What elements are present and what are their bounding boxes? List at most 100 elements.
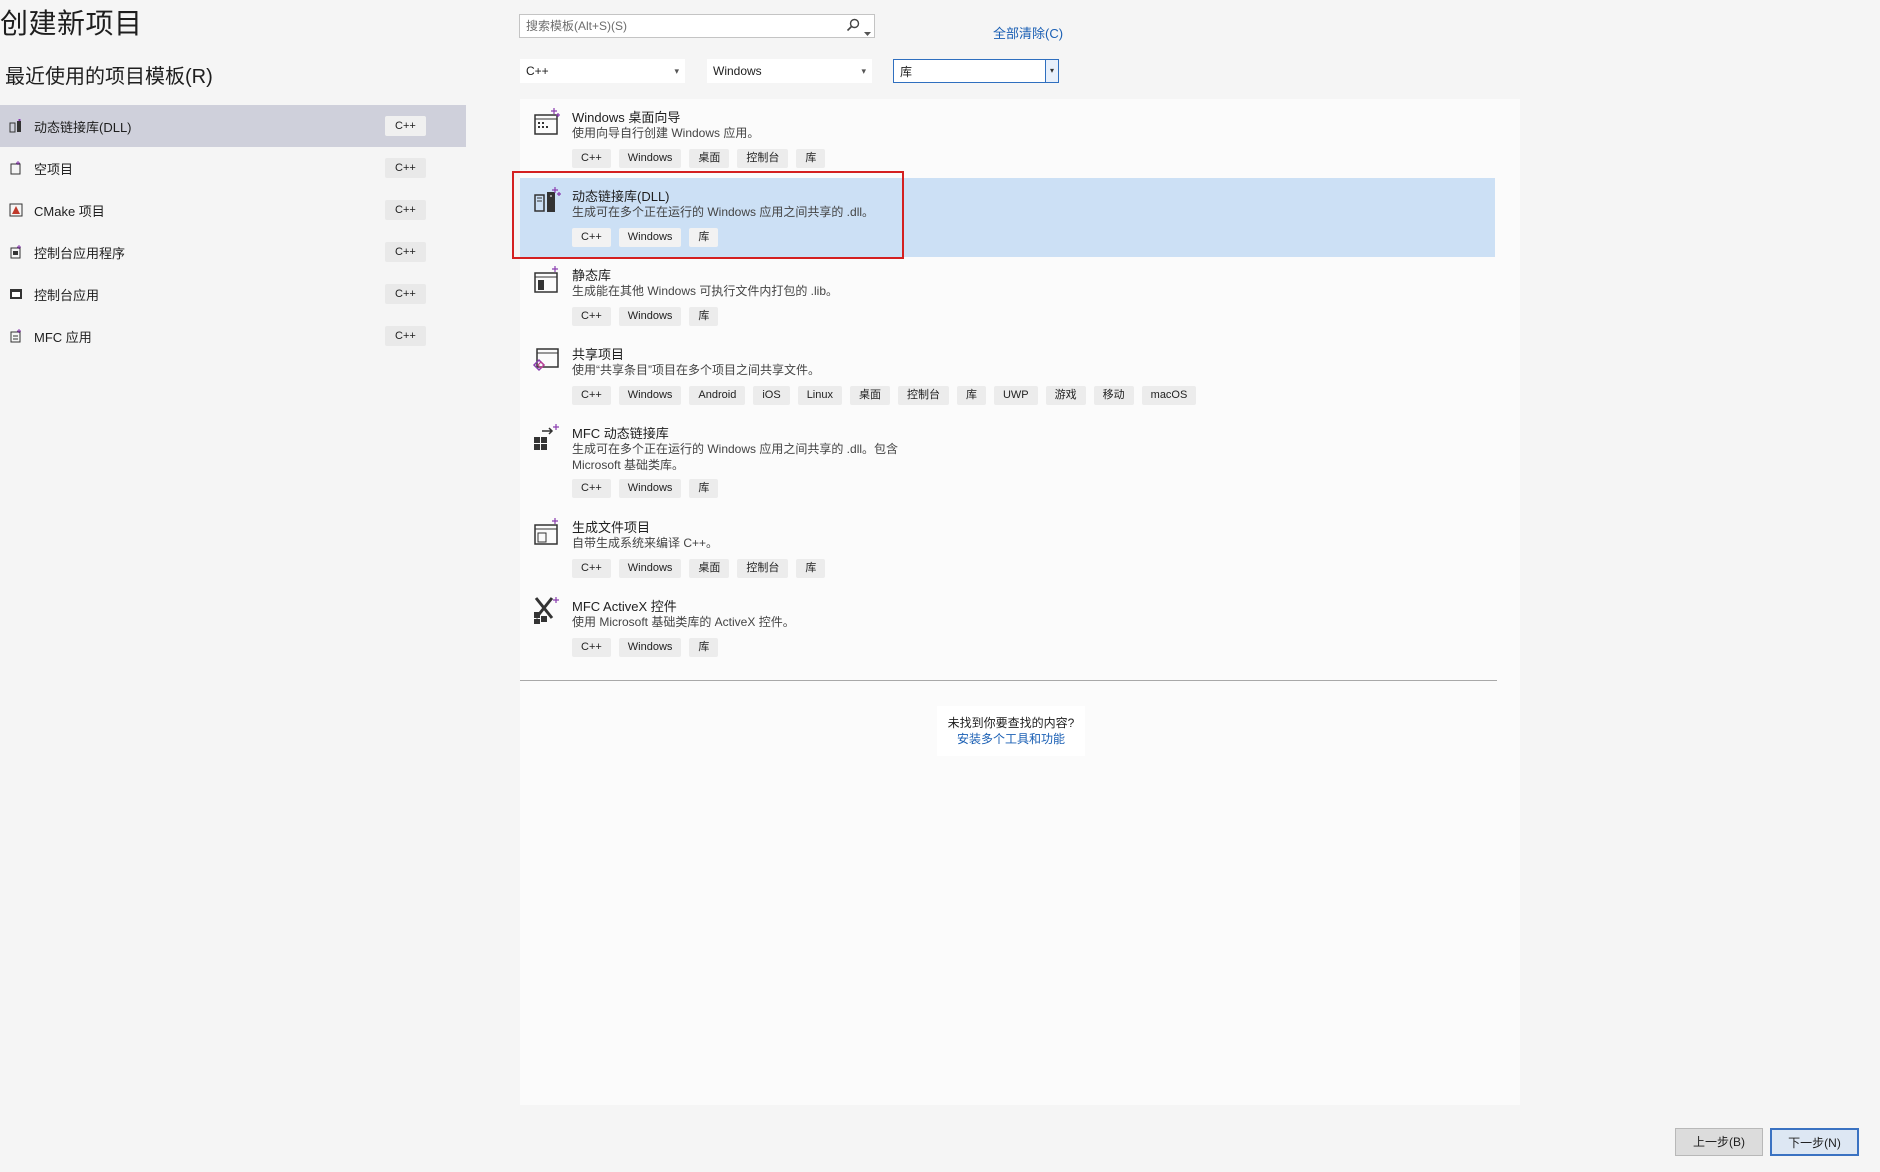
tag: C++ [572, 149, 611, 168]
tag: 桌面 [689, 559, 730, 578]
results-divider [520, 680, 1497, 681]
template-makefile-project[interactable]: 生成文件项目 自带生成系统来编译 C++。 C++ Windows 桌面 控制台… [520, 509, 1495, 588]
language-filter-dropdown[interactable]: C++ ▾ [520, 59, 685, 83]
recent-item-cmake[interactable]: CMake 项目 C++ [0, 189, 466, 231]
tag: Windows [618, 307, 682, 326]
recent-item-console-app[interactable]: 控制台应用 C++ [0, 273, 466, 315]
language-filter-value: C++ [526, 64, 549, 78]
template-description: 使用“共享条目”项目在多个项目之间共享文件。 [572, 363, 820, 377]
search-input[interactable] [520, 15, 852, 37]
template-tags: C++ Windows 库 [572, 479, 719, 498]
language-tag: C++ [385, 242, 426, 262]
template-tags: C++ Windows 桌面 控制台 库 [572, 559, 826, 578]
mfc-dll-icon [532, 423, 562, 453]
template-results-panel: Windows 桌面向导 使用向导自行创建 Windows 应用。 C++ Wi… [512, 99, 1520, 1105]
back-button[interactable]: 上一步(B) [1675, 1128, 1763, 1156]
console-icon [8, 286, 24, 302]
recent-item-mfc-app[interactable]: MFC 应用 C++ [0, 315, 466, 357]
tag: C++ [572, 479, 611, 498]
tag: 桌面 [689, 149, 730, 168]
tag: C++ [572, 559, 611, 578]
language-tag: C++ [385, 116, 426, 136]
tag: Windows [618, 149, 682, 168]
install-tools-link[interactable]: 安装多个工具和功能 [937, 731, 1085, 747]
tag: 控制台 [737, 149, 789, 168]
language-tag: C++ [385, 326, 426, 346]
tag: 库 [689, 307, 719, 326]
template-description: 使用 Microsoft 基础类库的 ActiveX 控件。 [572, 615, 795, 629]
tag: Windows [618, 559, 682, 578]
template-name: 静态库 [572, 268, 612, 283]
recent-templates-title: 最近使用的项目模板(R) [5, 66, 213, 88]
tag: macOS [1141, 386, 1197, 405]
makefile-project-icon [532, 517, 562, 547]
not-found-question: 未找到你要查找的内容? [947, 716, 1075, 730]
template-static-library[interactable]: 静态库 生成能在其他 Windows 可执行文件内打包的 .lib。 C++ W… [520, 257, 1495, 336]
dll-icon [532, 186, 562, 216]
template-description: 自带生成系统来编译 C++。 [572, 536, 719, 550]
template-windows-desktop-wizard[interactable]: Windows 桌面向导 使用向导自行创建 Windows 应用。 C++ Wi… [520, 99, 1495, 178]
next-button[interactable]: 下一步(N) [1770, 1128, 1859, 1156]
recent-item-dll[interactable]: 动态链接库(DLL) C++ [0, 105, 466, 147]
template-name: 动态链接库(DLL) [572, 189, 670, 204]
tag: Windows [618, 479, 682, 498]
cmake-icon [8, 202, 24, 218]
dll-icon [8, 118, 24, 134]
tag: 控制台 [737, 559, 789, 578]
tag: C++ [572, 386, 611, 405]
chevron-down-icon: ▾ [674, 66, 679, 76]
template-mfc-dll[interactable]: MFC 动态链接库 生成可在多个正在运行的 Windows 应用之间共享的 .d… [520, 415, 1495, 509]
tag: 控制台 [897, 386, 949, 405]
chevron-down-icon[interactable] [864, 24, 871, 42]
clear-all-link[interactable]: 全部清除(C) [993, 23, 1063, 42]
language-tag: C++ [385, 158, 426, 178]
template-search-box [519, 14, 875, 38]
template-tags: C++ Windows 库 [572, 638, 719, 657]
tag: Android [689, 386, 746, 405]
language-tag: C++ [385, 284, 426, 304]
template-name: Windows 桌面向导 [572, 110, 681, 125]
tag: iOS [753, 386, 790, 405]
recent-item-console-application[interactable]: 控制台应用程序 C++ [0, 231, 466, 273]
tag: Linux [797, 386, 842, 405]
mfc-activex-icon [532, 596, 562, 626]
not-found-box: 未找到你要查找的内容? 安装多个工具和功能 [937, 706, 1085, 756]
template-shared-project[interactable]: 共享项目 使用“共享条目”项目在多个项目之间共享文件。 C++ Windows … [520, 336, 1495, 415]
recent-item-empty-project[interactable]: 空项目 C++ [0, 147, 466, 189]
template-description: 生成可在多个正在运行的 Windows 应用之间共享的 .dll。 [572, 205, 875, 219]
tag: 库 [956, 386, 986, 405]
template-tags: C++ Windows 库 [572, 307, 719, 326]
template-description: 使用向导自行创建 Windows 应用。 [572, 126, 760, 140]
console-app-icon [8, 244, 24, 260]
tag: 移动 [1093, 386, 1134, 405]
tag: 桌面 [849, 386, 890, 405]
tag: Windows [618, 386, 682, 405]
shared-project-icon [532, 344, 562, 374]
tag: 游戏 [1045, 386, 1086, 405]
tag: 库 [689, 638, 719, 657]
template-mfc-activex[interactable]: MFC ActiveX 控件 使用 Microsoft 基础类库的 Active… [520, 588, 1495, 667]
template-dll[interactable]: 动态链接库(DLL) 生成可在多个正在运行的 Windows 应用之间共享的 .… [512, 171, 1495, 259]
template-tags: C++ Windows 桌面 控制台 库 [572, 149, 826, 168]
chevron-down-icon: ▾ [861, 66, 866, 76]
template-description: 生成能在其他 Windows 可执行文件内打包的 .lib。 [572, 284, 839, 298]
tag: Windows [618, 228, 682, 247]
project-type-filter-dropdown[interactable]: 库 ▾ [893, 59, 1059, 83]
chevron-down-icon[interactable]: ▾ [1045, 60, 1058, 82]
search-icon[interactable] [846, 18, 860, 37]
static-library-icon [532, 265, 562, 295]
tag: UWP [993, 386, 1038, 405]
template-name: MFC 动态链接库 [572, 426, 669, 441]
tag: 库 [796, 559, 826, 578]
platform-filter-value: Windows [713, 64, 762, 78]
tag: Windows [618, 638, 682, 657]
tag: C++ [572, 228, 611, 247]
mfc-app-icon [8, 328, 24, 344]
project-type-filter-value: 库 [900, 65, 913, 79]
template-tags: C++ Windows 库 [572, 228, 719, 247]
empty-project-icon [8, 160, 24, 176]
platform-filter-dropdown[interactable]: Windows ▾ [707, 59, 872, 83]
tag: 库 [689, 228, 719, 247]
template-description: 生成可在多个正在运行的 Windows 应用之间共享的 .dll。包含 Micr… [572, 442, 899, 472]
template-name: 共享项目 [572, 347, 625, 362]
